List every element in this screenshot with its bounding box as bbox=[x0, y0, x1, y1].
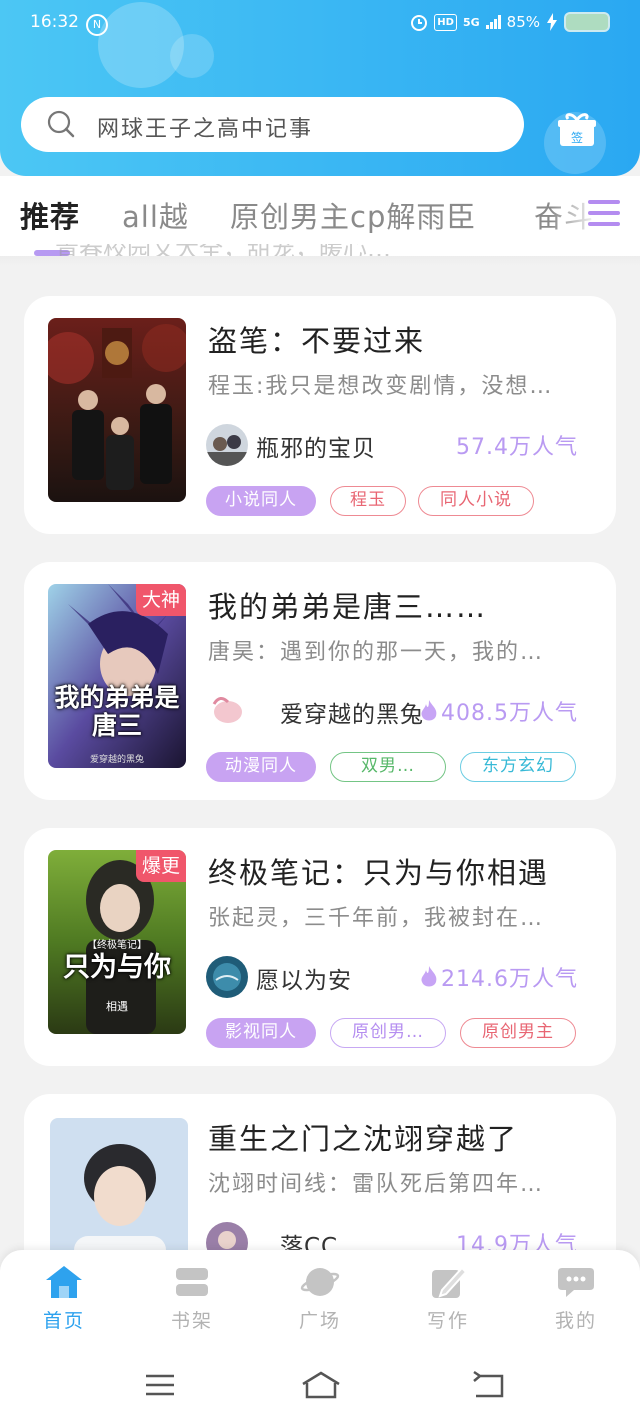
book-title: 盗笔：不要过来 bbox=[208, 324, 426, 358]
author-avatar bbox=[206, 690, 248, 732]
book-description: 张起灵，三千年前，我被封在… bbox=[208, 906, 545, 931]
search-input[interactable]: 网球王子之高中记事 bbox=[97, 111, 313, 143]
book-description: 唐昊：遇到你的那一天，我的… bbox=[208, 640, 545, 665]
scrolled-item-text: 青春校园文大全，甜宠，暖心… bbox=[55, 244, 391, 256]
list-top-shadow bbox=[0, 256, 640, 266]
gift-label: 签 bbox=[571, 130, 583, 145]
author-avatar bbox=[206, 956, 248, 998]
popularity-count: 408.5万人气 bbox=[441, 701, 578, 726]
book-card[interactable]: 爆更 【终极笔记】 只为与你 相遇 终极笔记：只为与你相遇 张起灵，三千年前，我… bbox=[24, 828, 616, 1066]
book-card[interactable]: 盗笔：不要过来 程玉:我只是想改变剧情，没想… 瓶邪的宝贝 57.4万人气 小说… bbox=[24, 296, 616, 534]
tag[interactable]: 原创男主 bbox=[460, 1018, 576, 1048]
tag[interactable]: 小说同人 bbox=[206, 486, 316, 516]
nav-label: 广场 bbox=[298, 1310, 341, 1332]
nav-label: 写作 bbox=[426, 1310, 469, 1332]
notification-icon: N bbox=[86, 14, 108, 36]
home-button-icon[interactable] bbox=[300, 1370, 342, 1400]
cover-badge: 大神 bbox=[136, 584, 186, 616]
popularity-count: 214.6万人气 bbox=[441, 967, 578, 992]
cover-badge: 爆更 bbox=[136, 850, 186, 882]
tag[interactable]: 影视同人 bbox=[206, 1018, 316, 1048]
header: 16:32 N HD 5G 85% 网球王子之高中记事 签 bbox=[0, 0, 640, 176]
tab-menu-icon[interactable] bbox=[588, 200, 620, 230]
pen-icon bbox=[432, 1266, 468, 1298]
book-title: 我的弟弟是唐三…… bbox=[208, 590, 488, 624]
system-navigation-bar bbox=[0, 1346, 640, 1422]
alarm-icon bbox=[411, 15, 428, 31]
book-cover bbox=[48, 318, 186, 502]
cover-title: 只为与你 bbox=[63, 952, 171, 983]
flame-icon bbox=[421, 700, 437, 721]
nav-label: 书架 bbox=[170, 1310, 213, 1332]
nav-label: 我的 bbox=[554, 1310, 597, 1332]
nav-mine[interactable]: 我的 bbox=[536, 1264, 616, 1333]
battery-percent: 85% bbox=[506, 13, 540, 31]
network-type: 5G bbox=[462, 15, 480, 29]
popularity-count: 57.4万人气 bbox=[456, 435, 578, 460]
home-icon bbox=[46, 1266, 82, 1298]
menu-icon[interactable] bbox=[142, 1370, 178, 1400]
tag[interactable]: 程玉 bbox=[330, 486, 406, 516]
author-name: 瓶邪的宝贝 bbox=[256, 436, 376, 462]
cover-series: 【终极笔记】 bbox=[87, 940, 147, 951]
book-cover: 爆更 【终极笔记】 只为与你 相遇 bbox=[48, 850, 186, 1034]
bottom-navigation: 首页 书架 广场 写作 我的 bbox=[0, 1250, 640, 1346]
nav-label: 首页 bbox=[42, 1310, 85, 1332]
cover-subtitle: 相遇 bbox=[106, 1000, 128, 1013]
nav-home[interactable]: 首页 bbox=[24, 1264, 104, 1333]
tab-original-male-lead[interactable]: 原创男主cp解雨臣 bbox=[230, 194, 476, 236]
status-bar: 16:32 N HD 5G 85% bbox=[0, 0, 640, 48]
search-icon bbox=[47, 110, 75, 138]
tag[interactable]: 同人小说 bbox=[418, 486, 534, 516]
search-bar[interactable]: 网球王子之高中记事 bbox=[21, 97, 524, 152]
signal-icon bbox=[485, 15, 501, 29]
tag[interactable]: 双男… bbox=[330, 752, 446, 782]
tab-recommend[interactable]: 推荐 bbox=[20, 194, 80, 236]
author-name: 爱穿越的黑兔 bbox=[280, 702, 424, 728]
chat-icon bbox=[558, 1268, 594, 1297]
sign-in-gift-icon[interactable]: 签 bbox=[558, 112, 596, 148]
status-time: 16:32 bbox=[30, 12, 79, 32]
book-description: 沈翊时间线：雷队死后第四年… bbox=[208, 1172, 545, 1197]
nav-write[interactable]: 写作 bbox=[408, 1264, 488, 1333]
tag[interactable]: 东方玄幻 bbox=[460, 752, 576, 782]
author-name: 愿以为安 bbox=[256, 968, 352, 994]
tag[interactable]: 原创男… bbox=[330, 1018, 446, 1048]
tag[interactable]: 动漫同人 bbox=[206, 752, 316, 782]
hd-icon: HD bbox=[434, 13, 457, 31]
book-title: 终极笔记：只为与你相遇 bbox=[208, 856, 550, 890]
flame-icon bbox=[421, 966, 437, 987]
back-icon[interactable] bbox=[470, 1370, 506, 1400]
author-avatar bbox=[206, 424, 248, 466]
book-description: 程玉:我只是想改变剧情，没想… bbox=[208, 374, 554, 399]
book-title: 重生之门之沈翊穿越了 bbox=[208, 1122, 519, 1156]
battery-icon bbox=[564, 12, 610, 32]
book-cover: 大神 我的弟弟是唐三 爱穿越的黑兔 bbox=[48, 584, 186, 768]
charging-icon bbox=[547, 13, 557, 31]
bookshelf-icon bbox=[176, 1268, 208, 1296]
planet-icon bbox=[300, 1268, 340, 1296]
tab-all-yue[interactable]: all越 bbox=[122, 194, 189, 236]
cover-title: 我的弟弟是唐三 bbox=[54, 683, 180, 740]
book-card[interactable]: 大神 我的弟弟是唐三 爱穿越的黑兔 我的弟弟是唐三…… 唐昊：遇到你的那一天，我… bbox=[24, 562, 616, 800]
status-indicators: HD 5G 85% bbox=[410, 12, 610, 32]
nav-bookshelf[interactable]: 书架 bbox=[152, 1264, 232, 1333]
nav-plaza[interactable]: 广场 bbox=[280, 1264, 360, 1333]
cover-author: 爱穿越的黑兔 bbox=[89, 755, 144, 765]
